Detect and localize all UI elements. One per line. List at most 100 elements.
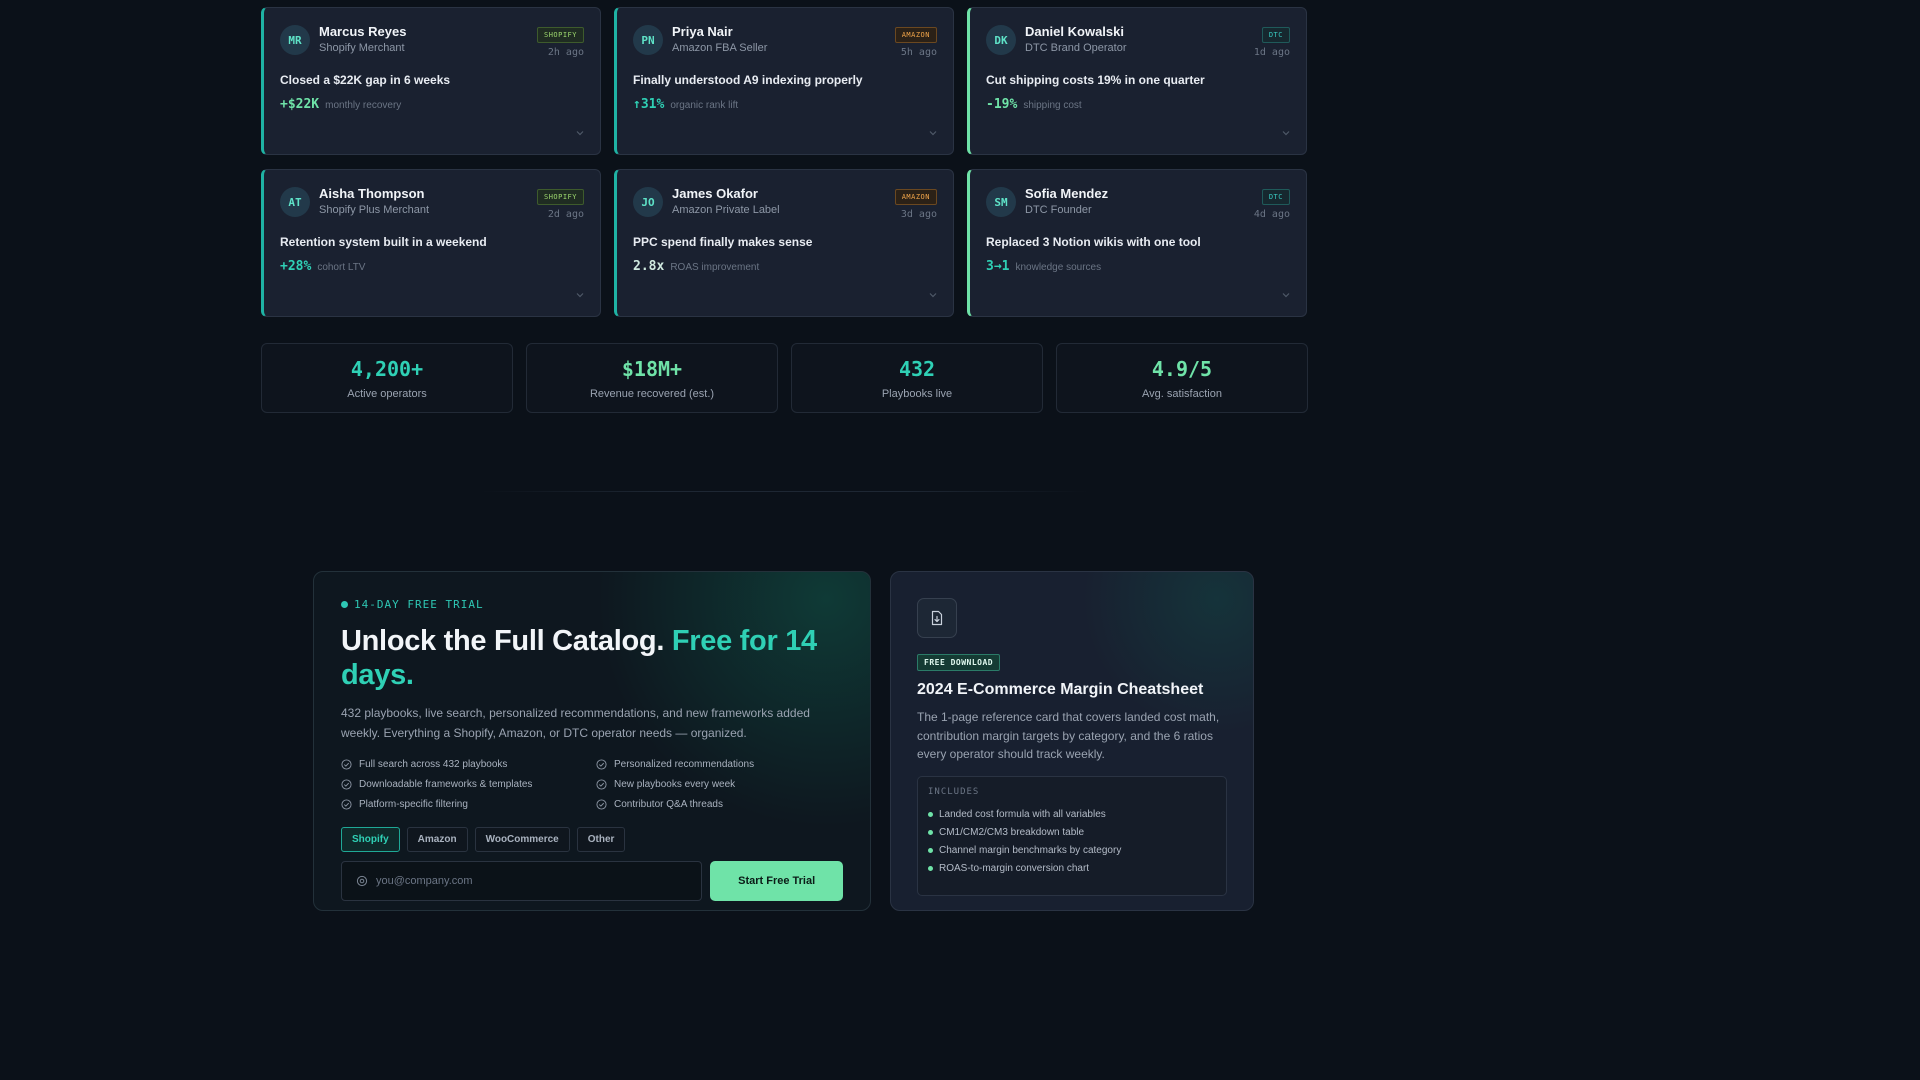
section-divider bbox=[480, 491, 1088, 492]
feature-label: New playbooks every week bbox=[614, 779, 736, 790]
metric-value: -19% bbox=[986, 97, 1018, 112]
feature-list: Full search across 432 playbooks Persona… bbox=[341, 758, 843, 811]
feature-label: Downloadable frameworks & templates bbox=[359, 779, 533, 790]
author-info: Aisha Thompson Shopify Plus Merchant bbox=[319, 186, 537, 217]
testimonial-card[interactable]: AT Aisha Thompson Shopify Plus Merchant … bbox=[261, 169, 601, 317]
feature-label: Full search across 432 playbooks bbox=[359, 759, 508, 770]
platform-chip-shopify[interactable]: Shopify bbox=[341, 827, 400, 852]
author-role: Amazon Private Label bbox=[672, 204, 780, 216]
platform-selector: Shopify Amazon WooCommerce Other bbox=[341, 827, 843, 852]
result-metric: ↑31% organic rank lift bbox=[633, 97, 937, 112]
stat-value: 4.9/5 bbox=[1151, 357, 1213, 381]
card-header: PN Priya Nair Amazon FBA Seller AMAZON 5… bbox=[633, 24, 937, 58]
stat-card: 4,200+ Active operators bbox=[261, 343, 513, 413]
author-info: Marcus Reyes Shopify Merchant bbox=[319, 24, 537, 55]
platform-chip-woocommerce[interactable]: WooCommerce bbox=[474, 827, 570, 852]
timestamp: 2h ago bbox=[547, 47, 584, 58]
metric-value: +$22K bbox=[280, 97, 320, 112]
testimonial-card[interactable]: PN Priya Nair Amazon FBA Seller AMAZON 5… bbox=[614, 7, 954, 155]
timestamp: 1d ago bbox=[1253, 47, 1290, 58]
trial-title-main: Unlock the Full Catalog. bbox=[341, 625, 672, 657]
card-meta: AMAZON 3d ago bbox=[894, 186, 937, 220]
author-name: Marcus Reyes bbox=[319, 24, 407, 39]
list-item: CM1/CM2/CM3 breakdown table bbox=[928, 824, 1216, 842]
check-circle-icon bbox=[596, 759, 607, 770]
avatar: AT bbox=[280, 187, 310, 217]
platform-chip-other[interactable]: Other bbox=[576, 827, 626, 852]
testimonial-headline: Replaced 3 Notion wikis with one tool bbox=[986, 235, 1201, 249]
list-item: Landed cost formula with all variables bbox=[928, 806, 1216, 824]
feature-item: Contributor Q&A threads bbox=[596, 798, 846, 811]
testimonial-card[interactable]: MR Marcus Reyes Shopify Merchant SHOPIFY… bbox=[261, 7, 601, 155]
feature-label: Contributor Q&A threads bbox=[614, 799, 723, 810]
stat-card: $18M+ Revenue recovered (est.) bbox=[526, 343, 778, 413]
stat-value: $18M+ bbox=[621, 357, 683, 381]
metric-value: ↑31% bbox=[633, 97, 665, 112]
stats-row: 4,200+ Active operators $18M+ Revenue re… bbox=[261, 343, 1308, 413]
author-name: Sofia Mendez bbox=[1025, 186, 1109, 201]
feature-item: Personalized recommendations bbox=[596, 758, 846, 771]
testimonial-headline: Retention system built in a weekend bbox=[280, 235, 487, 249]
testimonial-card[interactable]: SM Sofia Mendez DTC Founder DTC 4d ago R… bbox=[967, 169, 1307, 317]
chevron-down-icon[interactable] bbox=[575, 128, 585, 138]
metric-label: shipping cost bbox=[1023, 100, 1082, 111]
email-field[interactable]: you@company.com bbox=[341, 861, 703, 901]
author-role: DTC Founder bbox=[1025, 204, 1092, 216]
testimonial-headline: Closed a $22K gap in 6 weeks bbox=[280, 73, 451, 87]
email-placeholder: you@company.com bbox=[376, 875, 473, 887]
trial-title: Unlock the Full Catalog. Free for 14 day… bbox=[341, 624, 843, 692]
author-role: Shopify Plus Merchant bbox=[319, 204, 430, 216]
platform-badge: AMAZON bbox=[894, 27, 937, 43]
chevron-down-icon[interactable] bbox=[575, 290, 585, 300]
file-download-icon bbox=[917, 598, 957, 638]
testimonial-headline: PPC spend finally makes sense bbox=[633, 235, 813, 249]
includes-list: Landed cost formula with all variables C… bbox=[928, 806, 1216, 878]
stat-label: Avg. satisfaction bbox=[1142, 388, 1222, 400]
platform-badge: SHOPIFY bbox=[536, 189, 584, 205]
avatar: MR bbox=[280, 25, 310, 55]
card-meta: SHOPIFY 2h ago bbox=[536, 24, 584, 58]
feature-label: Personalized recommendations bbox=[614, 759, 755, 770]
chevron-down-icon[interactable] bbox=[1281, 290, 1291, 300]
free-download-badge: FREE DOWNLOAD bbox=[917, 654, 1001, 671]
metric-label: monthly recovery bbox=[325, 100, 402, 111]
card-meta: DTC 4d ago bbox=[1254, 186, 1290, 220]
testimonial-grid: MR Marcus Reyes Shopify Merchant SHOPIFY… bbox=[261, 7, 1307, 317]
card-header: AT Aisha Thompson Shopify Plus Merchant … bbox=[280, 186, 584, 220]
stat-label: Playbooks live bbox=[881, 388, 953, 400]
chevron-down-icon[interactable] bbox=[1281, 128, 1291, 138]
bullet bbox=[928, 866, 933, 871]
stat-card: 432 Playbooks live bbox=[791, 343, 1043, 413]
card-header: DK Daniel Kowalski DTC Brand Operator DT… bbox=[986, 24, 1290, 58]
testimonial-card[interactable]: JO James Okafor Amazon Private Label AMA… bbox=[614, 169, 954, 317]
platform-chip-amazon[interactable]: Amazon bbox=[406, 827, 468, 852]
metric-label: ROAS improvement bbox=[670, 262, 760, 273]
metric-label: cohort LTV bbox=[317, 262, 366, 273]
start-free-trial-button[interactable]: Start Free Trial bbox=[710, 861, 843, 901]
author-name: James Okafor bbox=[672, 186, 758, 201]
card-header: JO James Okafor Amazon Private Label AMA… bbox=[633, 186, 937, 220]
result-metric: -19% shipping cost bbox=[986, 97, 1290, 112]
stat-card: 4.9/5 Avg. satisfaction bbox=[1056, 343, 1308, 413]
testimonial-card[interactable]: DK Daniel Kowalski DTC Brand Operator DT… bbox=[967, 7, 1307, 155]
check-circle-icon bbox=[341, 799, 352, 810]
bullet bbox=[928, 830, 933, 835]
check-circle-icon bbox=[596, 779, 607, 790]
chevron-down-icon[interactable] bbox=[928, 290, 938, 300]
avatar: SM bbox=[986, 187, 1016, 217]
feature-item: Full search across 432 playbooks bbox=[341, 758, 596, 771]
result-metric: 3→1 knowledge sources bbox=[986, 259, 1290, 274]
avatar: DK bbox=[986, 25, 1016, 55]
feature-item: Platform-specific filtering bbox=[341, 798, 596, 811]
author-name: Aisha Thompson bbox=[319, 186, 425, 201]
author-role: Amazon FBA Seller bbox=[672, 42, 768, 54]
include-label: Landed cost formula with all variables bbox=[939, 809, 1106, 820]
platform-badge: AMAZON bbox=[894, 189, 937, 205]
chevron-down-icon[interactable] bbox=[928, 128, 938, 138]
platform-badge: DTC bbox=[1261, 27, 1290, 43]
check-circle-icon bbox=[341, 779, 352, 790]
author-info: Sofia Mendez DTC Founder bbox=[1025, 186, 1254, 217]
avatar: PN bbox=[633, 25, 663, 55]
author-info: Priya Nair Amazon FBA Seller bbox=[672, 24, 895, 55]
metric-value: 3→1 bbox=[986, 259, 1010, 274]
